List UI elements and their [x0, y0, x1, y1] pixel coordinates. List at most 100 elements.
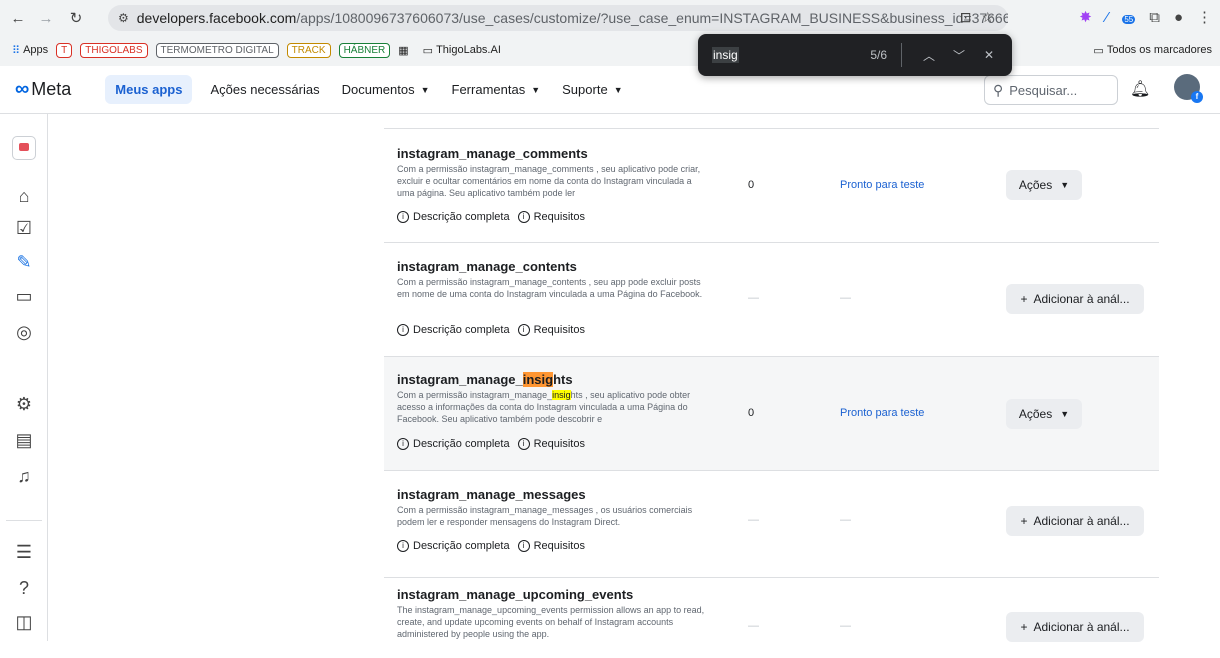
- caret-down-icon: ▼: [420, 84, 430, 95]
- search-input[interactable]: ⚲ Pesquisar...: [984, 75, 1118, 105]
- chevron-down-icon[interactable]: ﹀: [944, 47, 974, 64]
- extension-icon[interactable]: ✸: [1079, 8, 1092, 26]
- caret-down-icon: ▼: [1060, 180, 1070, 190]
- meta-logo[interactable]: ∞ Meta: [15, 78, 71, 101]
- requirements-link[interactable]: Requisitos: [534, 324, 585, 336]
- bookmark-habner[interactable]: HÁBNER: [338, 42, 391, 58]
- list-icon[interactable]: ☰: [12, 540, 36, 564]
- app-icon[interactable]: [12, 136, 36, 160]
- find-bar: insig 5/6 ︿ ﹀ ✕: [698, 34, 1012, 76]
- bookmark-t[interactable]: T: [56, 42, 73, 58]
- full-description-link[interactable]: Descrição completa: [413, 324, 510, 336]
- nav-support[interactable]: Suporte ▼: [562, 82, 622, 97]
- clipboard-icon[interactable]: ▤: [12, 428, 36, 452]
- top-nav: ∞ Meta Meus apps Ações necessárias Docume…: [0, 66, 1220, 114]
- checklist-icon[interactable]: ☑: [12, 216, 36, 240]
- bookmark-thigolabs-ai[interactable]: ▭ ThigoLabs.AI: [423, 44, 501, 57]
- permissions-list: instagram_manage_comments Com a permissã…: [384, 114, 1159, 642]
- back-icon[interactable]: ←: [6, 10, 30, 27]
- bookmark-termometro[interactable]: TERMOMETRO DIGITAL: [155, 42, 279, 58]
- badge-extension-icon[interactable]: 55: [1122, 9, 1136, 26]
- home-icon[interactable]: ⌂: [12, 184, 36, 208]
- empty-status: —: [840, 292, 851, 304]
- full-description-link[interactable]: Descrição completa: [413, 438, 510, 450]
- actions-button[interactable]: Ações ▼: [1006, 170, 1082, 200]
- puzzle-icon[interactable]: ⧉: [1149, 9, 1160, 26]
- shield-check-icon[interactable]: ◎: [12, 320, 36, 344]
- permission-name: instagram_manage_messages: [397, 487, 586, 502]
- plus-icon: +: [1020, 514, 1028, 528]
- permission-row: instagram_manage_insights Com a permissã…: [384, 357, 1159, 471]
- notifications-bell-icon[interactable]: 🔔︎: [1130, 79, 1150, 99]
- gear-icon[interactable]: ⚙: [12, 392, 36, 416]
- permission-description: Com a permissão instagram_manage_message…: [397, 505, 693, 527]
- info-icon: i: [397, 324, 409, 336]
- menu-icon[interactable]: ⋮: [1197, 8, 1212, 26]
- find-input[interactable]: insig: [712, 47, 739, 63]
- folder-icon: ▭: [1093, 44, 1104, 57]
- empty-value: —: [748, 514, 759, 526]
- find-count: 5/6: [870, 48, 887, 62]
- requirements-link[interactable]: Requisitos: [534, 438, 585, 450]
- qr-icon[interactable]: ▦: [398, 44, 408, 57]
- pencil-icon[interactable]: ✎: [12, 250, 36, 274]
- add-to-review-button[interactable]: + Adicionar à anál...: [1006, 612, 1144, 642]
- close-icon[interactable]: ✕: [974, 48, 1004, 62]
- site-settings-icon[interactable]: ⚙: [118, 11, 129, 25]
- permission-row: instagram_manage_upcoming_events The ins…: [384, 578, 1159, 658]
- add-to-review-button[interactable]: + Adicionar à anál...: [1006, 506, 1144, 536]
- permission-name: instagram_manage_comments: [397, 146, 588, 161]
- full-description-link[interactable]: Descrição completa: [413, 211, 510, 223]
- nav-documents[interactable]: Documentos ▼: [342, 82, 430, 97]
- info-icon: i: [517, 540, 530, 552]
- permission-row: instagram_manage_contents Com a permissã…: [384, 243, 1159, 357]
- caret-down-icon: ▼: [613, 84, 623, 95]
- folder-icon: ▭: [422, 44, 434, 57]
- caret-down-icon: ▼: [1060, 409, 1070, 419]
- requirements-link[interactable]: Requisitos: [534, 540, 585, 552]
- permission-links: i Descrição completa i Requisitos: [397, 540, 585, 552]
- search-icon: ⚲: [993, 81, 1004, 98]
- find-icon[interactable]: ⊡: [960, 9, 972, 26]
- profile-icon[interactable]: ●: [1174, 9, 1183, 26]
- collapse-panel-icon[interactable]: ◫: [12, 610, 36, 634]
- forward-icon[interactable]: →: [34, 10, 58, 27]
- bookmark-thigolabs[interactable]: THIGOLABS: [80, 42, 148, 58]
- reload-icon[interactable]: ↻: [64, 9, 88, 27]
- permission-row: instagram_manage_comments Com a permissã…: [384, 129, 1159, 243]
- permission-count: 0: [748, 407, 755, 419]
- all-bookmarks[interactable]: ▭ Todos os marcadores: [1093, 44, 1212, 57]
- info-icon: i: [397, 438, 409, 450]
- pen-extension-icon[interactable]: ⁄: [1106, 9, 1109, 26]
- avatar[interactable]: f: [1174, 74, 1203, 103]
- bell-icon[interactable]: ♫: [12, 464, 36, 488]
- permission-status: Pronto para teste: [840, 179, 925, 191]
- actions-button[interactable]: Ações ▼: [1006, 399, 1082, 429]
- main-content: instagram_manage_comments Com a permissã…: [48, 114, 1220, 642]
- full-description-link[interactable]: Descrição completa: [413, 540, 510, 552]
- url-path: /apps/1080096737606073/use_cases/customi…: [296, 10, 1008, 26]
- info-icon: i: [517, 438, 530, 450]
- chevron-up-icon[interactable]: ︿: [914, 47, 944, 64]
- empty-value: —: [748, 292, 759, 304]
- find-divider: [901, 43, 902, 67]
- requirements-link[interactable]: Requisitos: [534, 211, 585, 223]
- bookmark-apps[interactable]: ⠿ Apps: [12, 44, 48, 57]
- address-bar[interactable]: ⚙ developers.facebook.com /apps/10800967…: [108, 5, 1008, 31]
- empty-value: —: [748, 620, 759, 632]
- star-icon[interactable]: ☆: [981, 9, 994, 26]
- help-icon[interactable]: ?: [12, 576, 36, 600]
- permission-description: Com a permissão instagram_manage_comment…: [397, 164, 701, 198]
- permission-name: instagram_manage_contents: [397, 259, 577, 274]
- permission-name: instagram_manage_insights: [397, 372, 573, 387]
- briefcase-icon[interactable]: ▭: [12, 284, 36, 308]
- bookmark-track[interactable]: TRACK: [286, 42, 331, 58]
- facebook-badge-icon: f: [1191, 91, 1203, 103]
- permission-count: 0: [748, 179, 755, 191]
- permission-row: instagram_manage_messages Com a permissã…: [384, 471, 1159, 578]
- permission-description: The instagram_manage_upcoming_events per…: [397, 605, 705, 639]
- nav-my-apps[interactable]: Meus apps: [105, 75, 193, 104]
- nav-tools[interactable]: Ferramentas ▼: [452, 82, 541, 97]
- nav-actions-required[interactable]: Ações necessárias: [210, 82, 319, 97]
- add-to-review-button[interactable]: + Adicionar à anál...: [1006, 284, 1144, 314]
